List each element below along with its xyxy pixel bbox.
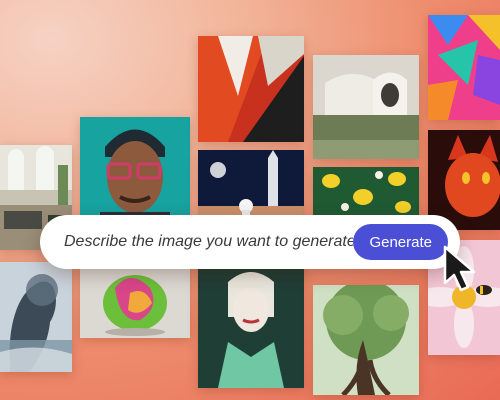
paper-shapes-image [428, 15, 500, 120]
abstract-sculpture-image [80, 258, 190, 338]
gallery-tile-paper-shapes[interactable] [428, 15, 500, 120]
art-deco-woman-image [198, 262, 304, 388]
gallery-tile-modern-house[interactable] [313, 55, 419, 159]
generate-button[interactable]: Generate [353, 224, 448, 260]
gallery-tile-lemons[interactable] [313, 167, 419, 217]
gallery-tile-abstract-sculpture[interactable] [80, 258, 190, 338]
gallery-tile-tree[interactable] [313, 285, 419, 395]
astronaut-scene-image [198, 150, 304, 220]
prompt-input[interactable]: Describe the image you want to generate [64, 233, 353, 251]
red-abstract-paint-image [198, 36, 304, 142]
modern-house-image [313, 55, 419, 159]
gallery-tile-art-deco-woman[interactable] [198, 262, 304, 388]
mouse-pointer-icon [443, 245, 476, 292]
gallery-tile-astronaut[interactable] [198, 150, 304, 220]
gallery-tile-man-portrait[interactable] [80, 117, 190, 227]
double-exposure-image [0, 262, 72, 372]
prompt-bar: Describe the image you want to generate … [40, 215, 460, 269]
gallery-tile-red-abstract[interactable] [198, 36, 304, 142]
man-portrait-image [80, 117, 190, 227]
twisted-tree-image [313, 285, 419, 395]
lemon-pattern-image [313, 167, 419, 217]
gallery-tile-double-exposure[interactable] [0, 262, 72, 372]
